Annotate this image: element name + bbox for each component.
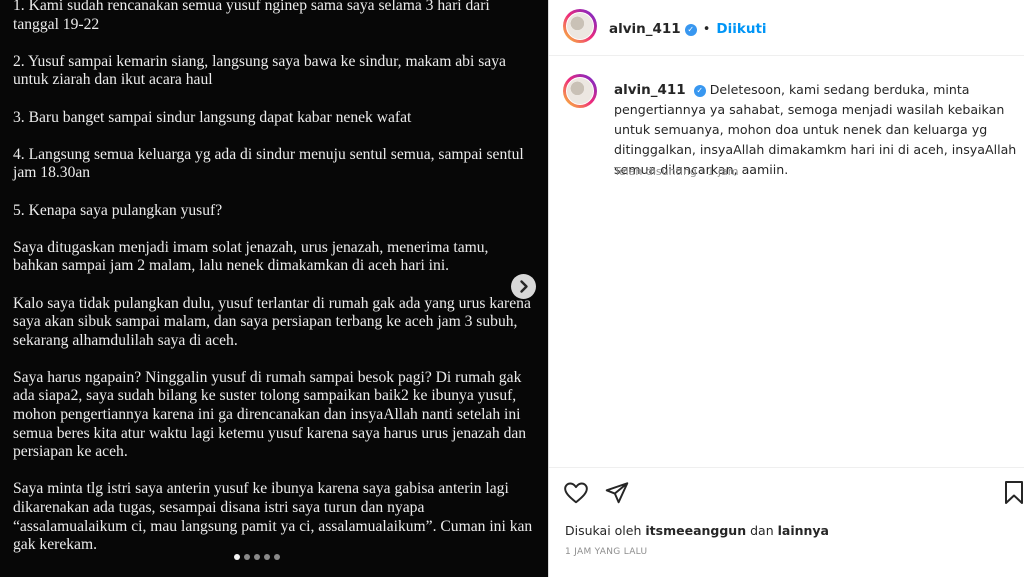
caption-time[interactable]: 1 jam (707, 165, 738, 178)
bookmark-icon (1005, 481, 1023, 504)
carousel-dot[interactable] (254, 554, 260, 560)
post-sidebar: alvin_411 ✓ • Diikuti alvin_411 ✓ Deletesoon,… (548, 0, 1024, 577)
share-button[interactable] (604, 480, 630, 510)
follow-button[interactable]: Diikuti (716, 21, 766, 37)
likes-and: dan (750, 523, 774, 538)
like-button[interactable] (563, 480, 589, 510)
caption-meta: Telah disunting · 1 jam (614, 165, 738, 178)
likes-prefix: Disukai oleh (565, 523, 642, 538)
post-paragraph: 5. Kenapa saya pulangkan yusuf? (13, 201, 223, 219)
post-header: alvin_411 ✓ • Diikuti (549, 0, 1024, 56)
paper-plane-icon (605, 482, 629, 504)
post-paragraph: Saya ditugaskan menjadi imam solat jenaz… (13, 238, 489, 275)
next-slide-button[interactable] (511, 274, 536, 299)
post-paragraph: 2. Yusuf sampai kemarin siang, langsung … (13, 52, 506, 89)
username-link[interactable]: alvin_411 (609, 21, 681, 37)
avatar[interactable] (563, 9, 597, 43)
carousel-dot[interactable] (274, 554, 280, 560)
post-paragraph: 4. Langsung semua keluarga yg ada di sin… (13, 145, 524, 182)
post-timestamp[interactable]: 1 JAM YANG LALU (565, 547, 647, 557)
caption-username-link[interactable]: alvin_411 (614, 82, 686, 98)
carousel-dot[interactable] (234, 554, 240, 560)
header-user: alvin_411 ✓ • Diikuti (609, 18, 767, 37)
verified-badge-icon: ✓ (693, 85, 706, 97)
actions-area: Disukai oleh itsmeeanggun dan lainnya 1 … (549, 467, 1024, 578)
separator: • (702, 22, 711, 37)
chevron-right-icon (520, 280, 528, 293)
likes-summary: Disukai oleh itsmeeanggun dan lainnya (565, 523, 829, 538)
avatar[interactable] (563, 74, 597, 108)
edited-label: Telah disunting (614, 165, 697, 178)
carousel-dot[interactable] (264, 554, 270, 560)
heart-icon (564, 482, 588, 504)
verified-badge-icon: ✓ (684, 24, 697, 36)
post-image: 1. Kami sudah rencanakan semua yusuf ngi… (0, 0, 548, 577)
likes-others-link[interactable]: lainnya (778, 523, 829, 538)
post-paragraph: Kalo saya tidak pulangkan dulu, yusuf te… (13, 294, 531, 349)
carousel-dot[interactable] (244, 554, 250, 560)
post-text: 1. Kami sudah rencanakan semua yusuf ngi… (13, 0, 533, 573)
post-paragraph: 1. Kami sudah rencanakan semua yusuf ngi… (13, 0, 490, 33)
post-paragraph: Saya harus ngapain? Ninggalin yusuf di r… (13, 368, 527, 461)
meta-dot: · (700, 165, 704, 178)
post-paragraph: Saya minta tlg istri saya anterin yusuf … (13, 480, 533, 554)
liker-link[interactable]: itsmeeanggun (645, 523, 746, 538)
carousel-dots (234, 554, 280, 560)
save-button[interactable] (1003, 480, 1024, 510)
post-paragraph: 3. Baru banget sampai sindur langsung da… (13, 108, 412, 126)
